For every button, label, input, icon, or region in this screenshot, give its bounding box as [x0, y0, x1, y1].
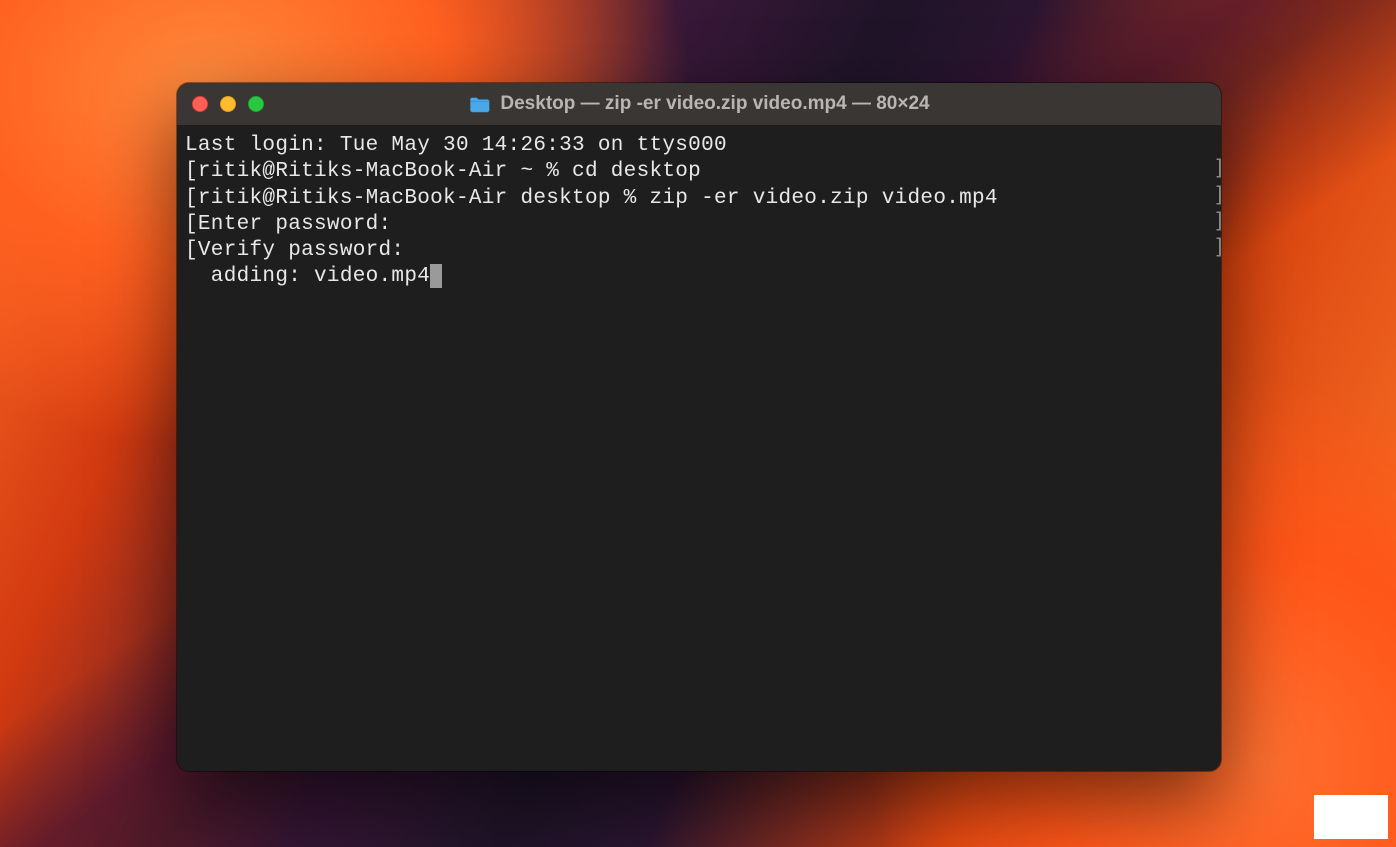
terminal-line: adding: video.mp4: [185, 264, 1213, 290]
terminal-line: [ritik@Ritiks-MacBook-Air desktop % zip …: [185, 186, 1213, 212]
terminal-line: Last login: Tue May 30 14:26:33 on ttys0…: [185, 133, 1213, 159]
maximize-button[interactable]: [248, 96, 264, 112]
terminal-line: [Enter password:: [185, 212, 1213, 238]
folder-icon: [468, 95, 490, 113]
terminal-line: [ritik@Ritiks-MacBook-Air ~ % cd desktop: [185, 159, 1213, 185]
terminal-cursor: [430, 264, 442, 288]
traffic-lights: [192, 96, 264, 112]
scrollbar-mark: ] ] ] ]: [1213, 129, 1221, 260]
window-title-text: Desktop — zip -er video.zip video.mp4 — …: [500, 93, 929, 115]
window-titlebar[interactable]: Desktop — zip -er video.zip video.mp4 — …: [177, 83, 1221, 125]
window-title: Desktop — zip -er video.zip video.mp4 — …: [468, 93, 929, 115]
terminal-body[interactable]: Last login: Tue May 30 14:26:33 on ttys0…: [177, 125, 1221, 771]
close-button[interactable]: [192, 96, 208, 112]
terminal-window[interactable]: Desktop — zip -er video.zip video.mp4 — …: [177, 83, 1221, 771]
terminal-line: [Verify password:: [185, 238, 1213, 264]
minimize-button[interactable]: [220, 96, 236, 112]
watermark-box: [1314, 795, 1388, 839]
